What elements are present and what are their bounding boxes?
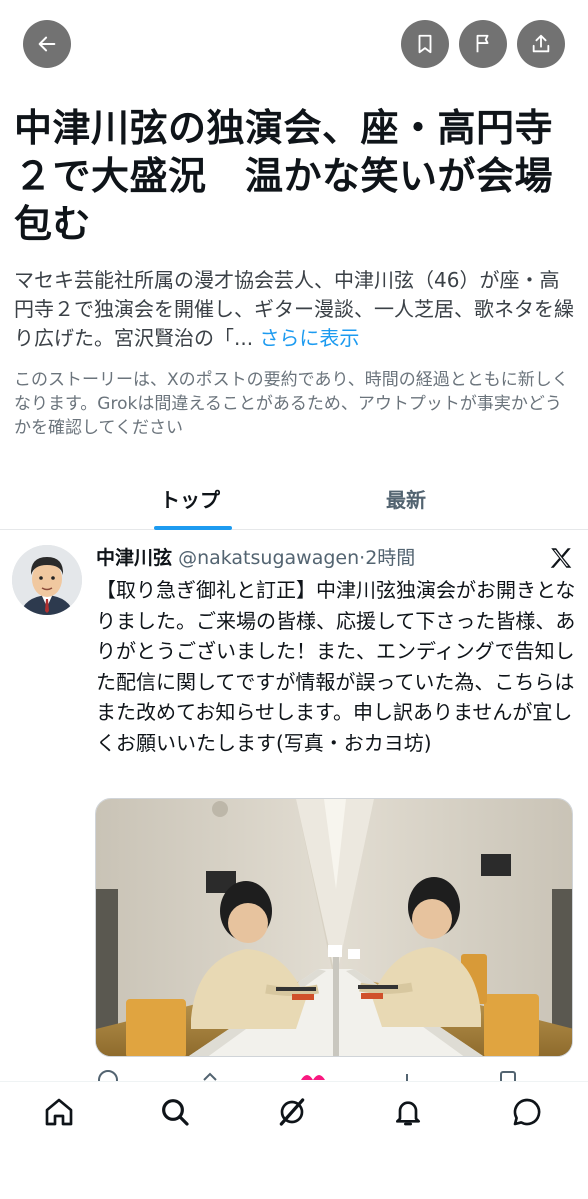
grok-disclaimer: このストーリーは、Xのポストの要約であり、時間の経過とともに新しくなります。Gr… <box>14 370 569 438</box>
nav-search[interactable] <box>157 1094 193 1130</box>
share-button[interactable] <box>517 20 565 68</box>
bell-icon <box>396 1101 420 1126</box>
author-name[interactable]: 中津川弦 <box>96 547 172 569</box>
tab-latest[interactable]: 最新 <box>386 484 426 513</box>
bottom-navigation <box>0 1081 588 1199</box>
x-logo-icon <box>548 545 574 571</box>
bookmark-button[interactable] <box>401 20 449 68</box>
post-text: 【取り急ぎ御礼と訂正】中津川弦独演会がお開きとなりました。ご来場の皆様、応援して… <box>96 578 576 755</box>
flag-icon <box>476 34 489 53</box>
home-icon <box>45 1098 73 1126</box>
avatar[interactable] <box>12 545 82 615</box>
share-icon <box>532 34 550 53</box>
nav-home[interactable] <box>41 1094 77 1130</box>
post-time[interactable]: 2時間 <box>365 547 415 569</box>
search-icon <box>162 1099 189 1126</box>
tab-top[interactable]: トップ <box>160 484 220 513</box>
story-summary: マセキ芸能社所属の漫才協会芸人、中津川弦（46）が座・高円寺２で独演会を開催し、… <box>14 266 574 353</box>
arrow-left-icon <box>38 36 56 52</box>
post-header: 中津川弦 @nakatsugawagen·2時間 <box>96 545 415 571</box>
show-more-link[interactable]: さらに表示 <box>259 326 359 350</box>
active-tab-indicator <box>154 526 232 530</box>
post-actions-row <box>96 1066 574 1082</box>
message-icon <box>513 1098 541 1126</box>
back-button[interactable] <box>23 20 71 68</box>
nav-grok[interactable] <box>274 1094 310 1130</box>
story-title: 中津川弦の独演会、座・高円寺２で大盛況 温かな笑いが会場包む <box>14 106 554 246</box>
report-button[interactable] <box>459 20 507 68</box>
tab-bar: トップ 最新 <box>0 468 588 530</box>
post-photo[interactable] <box>95 798 573 1057</box>
bookmark-icon <box>418 34 432 54</box>
nav-notifications[interactable] <box>390 1094 426 1130</box>
grok-icon <box>279 1098 305 1126</box>
top-bar <box>0 20 588 68</box>
author-handle[interactable]: @nakatsugawagen <box>178 547 359 569</box>
nav-messages[interactable] <box>509 1094 545 1130</box>
